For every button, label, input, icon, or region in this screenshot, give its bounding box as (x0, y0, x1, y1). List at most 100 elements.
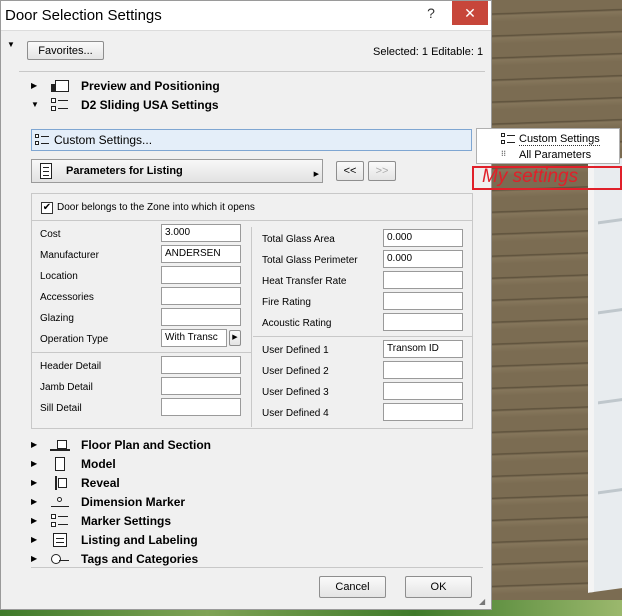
field-label-total-glass-perimeter: Total Glass Perimeter (262, 255, 358, 266)
section-preview-and-positioning[interactable]: ▶ Preview and Positioning (31, 76, 483, 95)
parameters-for-listing-dropdown[interactable]: Parameters for Listing ▶ (31, 159, 323, 183)
section-d2-sliding-usa-settings[interactable]: ▼ D2 Sliding USA Settings (31, 95, 483, 114)
listing-label: Parameters for Listing (66, 165, 183, 177)
listing-icon (49, 532, 71, 548)
acoustic-rating-field[interactable] (383, 313, 463, 331)
section-label: Dimension Marker (81, 494, 186, 509)
collapsed-arrow-icon: ▶ (31, 478, 38, 487)
title-bar: Door Selection Settings ? ✕ (1, 1, 491, 31)
field-label-user-defined-3: User Defined 3 (262, 387, 329, 398)
accessories-field[interactable] (161, 287, 241, 305)
glazing-field[interactable] (161, 308, 241, 326)
background-window (588, 157, 622, 593)
favorites-button[interactable]: Favorites... (27, 41, 104, 60)
cancel-button[interactable]: Cancel (319, 576, 386, 598)
header-detail-field[interactable] (161, 356, 241, 374)
marker-settings-icon (49, 513, 71, 529)
fire-rating-field[interactable] (383, 292, 463, 310)
divider (31, 352, 251, 353)
zone-checkbox[interactable]: ✔ (41, 202, 53, 214)
dimension-marker-icon (49, 494, 71, 510)
field-label-acoustic-rating: Acoustic Rating (262, 318, 332, 329)
field-label-jamb-detail: Jamb Detail (40, 382, 93, 393)
divider (19, 71, 485, 72)
operation-type-select[interactable]: With Transc (161, 329, 227, 347)
user-defined-2-field[interactable] (383, 361, 463, 379)
user-defined-1-field[interactable]: Transom ID (383, 340, 463, 358)
selection-status: Selected: 1 Editable: 1 (373, 46, 484, 58)
section-listing-and-labeling[interactable]: ▶ Listing and Labeling (31, 530, 483, 549)
section-label: Listing and Labeling (81, 532, 198, 547)
section-label: Reveal (81, 475, 120, 490)
previous-page-button[interactable]: << (336, 161, 364, 181)
annotation-callout: My settings (472, 166, 622, 190)
popup-item-all-parameters[interactable]: All Parameters (519, 149, 591, 161)
door-selection-dialog: Door Selection Settings ? ✕ ▼ Favorites.… (0, 0, 492, 610)
ok-button[interactable]: OK (405, 576, 472, 598)
zone-checkbox-label: Door belongs to the Zone into which it o… (57, 202, 255, 213)
help-button[interactable]: ? (419, 5, 443, 25)
user-defined-4-field[interactable] (383, 403, 463, 421)
column-divider (251, 227, 252, 427)
field-label-user-defined-1: User Defined 1 (262, 345, 329, 356)
model-icon (49, 456, 71, 472)
total-glass-perimeter-field[interactable]: 0.000 (383, 250, 463, 268)
field-label-location: Location (40, 271, 78, 282)
popup-settings-icon (501, 133, 517, 145)
field-label-heat-transfer-rate: Heat Transfer Rate (262, 276, 347, 287)
reveal-icon (49, 475, 71, 491)
field-label-cost: Cost (40, 229, 61, 240)
manufacturer-field[interactable]: ANDERSEN (161, 245, 241, 263)
field-label-manufacturer: Manufacturer (40, 250, 99, 261)
field-label-glazing: Glazing (40, 313, 74, 324)
floor-plan-icon (49, 437, 71, 453)
field-label-sill-detail: Sill Detail (40, 403, 82, 414)
collapsed-arrow-icon: ▶ (31, 516, 38, 525)
heat-transfer-rate-field[interactable] (383, 271, 463, 289)
operation-type-menu-arrow-icon[interactable]: ▶ (229, 330, 241, 346)
cost-field[interactable]: 3.000 (161, 224, 241, 242)
preview-icon (49, 78, 71, 94)
divider (253, 336, 473, 337)
total-glass-area-field[interactable]: 0.000 (383, 229, 463, 247)
section-reveal[interactable]: ▶ Reveal (31, 473, 483, 492)
section-model[interactable]: ▶ Model (31, 454, 483, 473)
section-tags-and-categories[interactable]: ▶ Tags and Categories (31, 549, 483, 568)
field-label-operation-type: Operation Type (40, 334, 109, 345)
dropdown-arrow-icon: ▶ (313, 171, 319, 178)
location-field[interactable] (161, 266, 241, 284)
collapsed-arrow-icon: ▶ (31, 497, 38, 506)
custom-settings-popup: Custom Settings ⁝⁝ All Parameters (476, 128, 620, 164)
settings-grid-icon (49, 97, 71, 113)
section-marker-settings[interactable]: ▶ Marker Settings (31, 511, 483, 530)
divider (31, 567, 483, 568)
collapsed-arrow-icon: ▶ (31, 459, 38, 468)
next-page-button[interactable]: >> (368, 161, 396, 181)
section-dimension-marker[interactable]: ▶ Dimension Marker (31, 492, 483, 511)
field-label-total-glass-area: Total Glass Area (262, 234, 335, 245)
close-button[interactable]: ✕ (452, 1, 488, 25)
field-label-fire-rating: Fire Rating (262, 297, 311, 308)
expanded-arrow-icon: ▼ (31, 100, 39, 109)
user-defined-3-field[interactable] (383, 382, 463, 400)
jamb-detail-field[interactable] (161, 377, 241, 395)
collapsed-arrow-icon: ▶ (31, 554, 38, 563)
window-title: Door Selection Settings (5, 7, 162, 24)
section-label: Preview and Positioning (81, 78, 220, 93)
sidebar-toggle-icon[interactable]: ▼ (7, 40, 15, 49)
section-label: Marker Settings (81, 513, 172, 528)
custom-settings-label: Custom Settings... (54, 133, 153, 147)
resize-grip-icon[interactable]: ◢ (479, 597, 485, 606)
field-label-user-defined-4: User Defined 4 (262, 408, 329, 419)
popup-item-custom-settings[interactable]: Custom Settings (519, 133, 600, 146)
field-label-accessories: Accessories (40, 292, 94, 303)
collapsed-arrow-icon: ▶ (31, 440, 38, 449)
custom-settings-selector[interactable]: Custom Settings... (31, 129, 472, 151)
tags-icon (49, 551, 71, 567)
sill-detail-field[interactable] (161, 398, 241, 416)
settings-grid-icon (34, 133, 50, 147)
collapsed-arrow-icon: ▶ (31, 81, 38, 90)
section-floor-plan-and-section[interactable]: ▶ Floor Plan and Section (31, 435, 483, 454)
section-label: Floor Plan and Section (81, 437, 212, 452)
collapsed-arrow-icon: ▶ (31, 535, 38, 544)
